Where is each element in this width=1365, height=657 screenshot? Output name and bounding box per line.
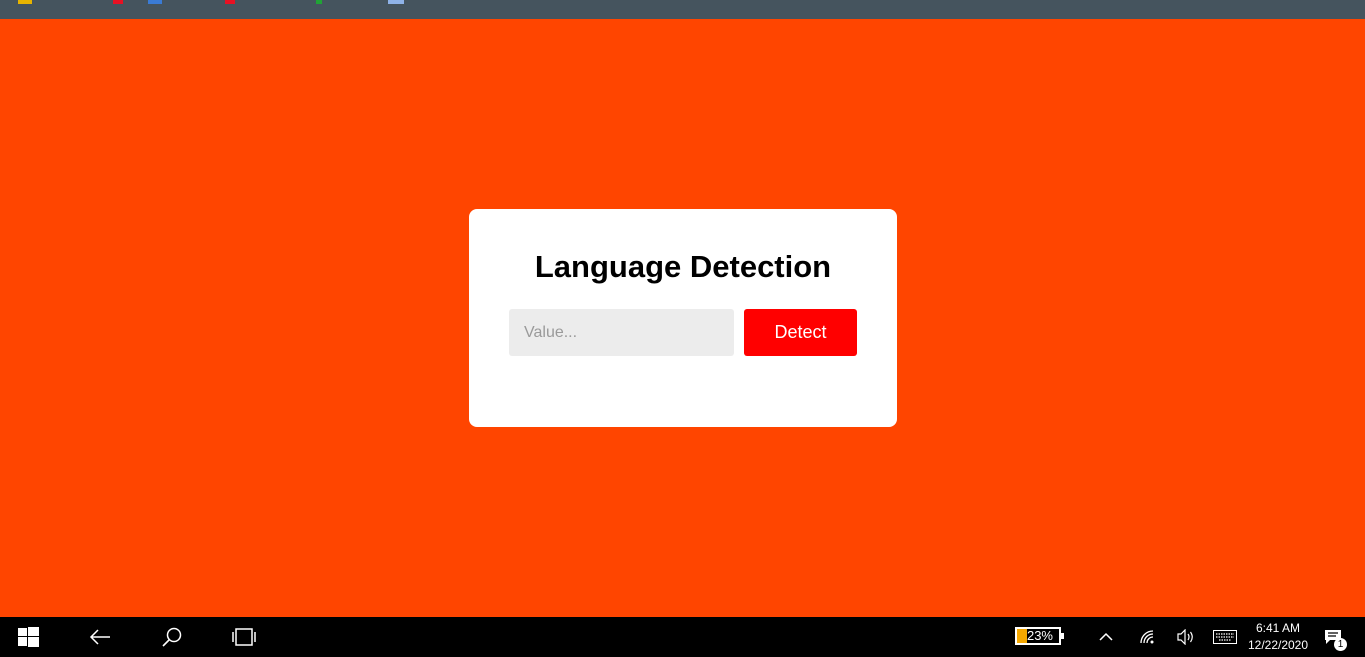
chevron-up-icon[interactable] bbox=[1097, 617, 1115, 657]
battery-indicator[interactable]: 23% bbox=[1015, 627, 1064, 645]
bookmark-icon[interactable] bbox=[148, 0, 162, 4]
notification-icon[interactable] bbox=[1323, 617, 1343, 657]
windows-start-icon[interactable] bbox=[17, 617, 39, 657]
battery-nub bbox=[1061, 633, 1064, 639]
browser-top-bar bbox=[0, 0, 1365, 19]
windows-taskbar: 23% 6:41 AM 12/22/2020 1 bbox=[0, 617, 1365, 657]
bookmark-icon[interactable] bbox=[225, 0, 235, 4]
search-icon[interactable] bbox=[160, 617, 184, 657]
value-input[interactable] bbox=[509, 309, 734, 356]
task-view-icon[interactable] bbox=[231, 617, 257, 657]
back-arrow-icon[interactable] bbox=[88, 617, 112, 657]
battery-percent: 23% bbox=[1026, 628, 1053, 643]
bookmark-icon[interactable] bbox=[113, 0, 123, 4]
clock-time: 6:41 AM bbox=[1255, 621, 1301, 635]
language-detection-card: Language Detection Detect bbox=[469, 209, 897, 427]
wifi-icon[interactable] bbox=[1137, 617, 1157, 657]
bookmark-icon[interactable] bbox=[388, 0, 404, 4]
clock-date: 12/22/2020 bbox=[1247, 638, 1309, 652]
keyboard-icon[interactable] bbox=[1212, 617, 1238, 657]
page-background: Language Detection Detect bbox=[0, 19, 1365, 617]
page-title: Language Detection bbox=[534, 249, 832, 284]
notification-count-badge: 1 bbox=[1334, 638, 1347, 651]
system-clock[interactable]: 6:41 AM 12/22/2020 bbox=[1240, 620, 1316, 654]
battery-fill bbox=[1017, 629, 1027, 643]
bookmark-icon[interactable] bbox=[18, 0, 32, 4]
volume-icon[interactable] bbox=[1176, 617, 1196, 657]
bookmark-icon[interactable] bbox=[316, 0, 322, 4]
detect-button[interactable]: Detect bbox=[744, 309, 857, 356]
